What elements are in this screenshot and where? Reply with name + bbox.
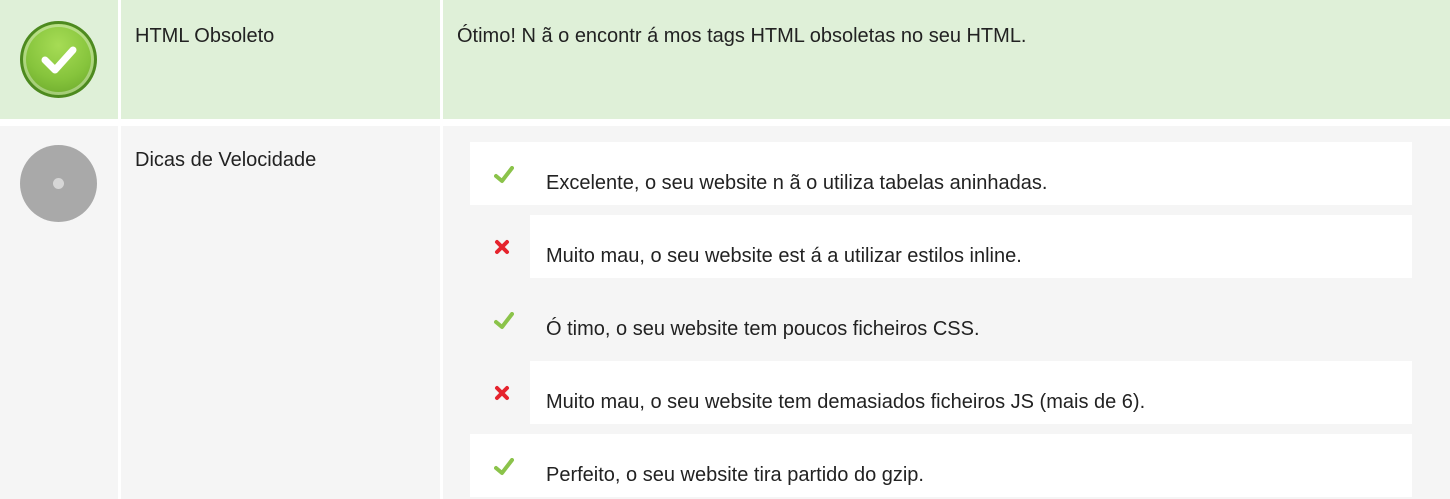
tip-text: Muito mau, o seu website est á a utiliza…	[546, 245, 1022, 267]
row-message: Ótimo! N ã o encontr á mos tags HTML obs…	[457, 25, 1027, 47]
tip-item: Muito mau, o seu website tem demasiados …	[470, 361, 1412, 424]
check-icon	[470, 434, 527, 497]
tip-text: Muito mau, o seu website tem demasiados …	[546, 391, 1146, 413]
neutral-circle-icon	[20, 145, 97, 222]
tip-item: Excelente, o seu website n ã o utiliza t…	[470, 142, 1412, 205]
tip-text: Excelente, o seu website n ã o utiliza t…	[546, 172, 1048, 194]
tip-item: Muito mau, o seu website est á a utiliza…	[470, 215, 1412, 278]
cross-icon	[470, 215, 527, 278]
row-label: Dicas de Velocidade	[135, 149, 317, 171]
check-circle-icon	[20, 21, 97, 98]
content-cell: Ótimo! N ã o encontr á mos tags HTML obs…	[443, 0, 1450, 119]
tip-item: Ó timo, o seu website tem poucos ficheir…	[470, 288, 1412, 351]
tip-text: Ó timo, o seu website tem poucos ficheir…	[546, 318, 980, 340]
cross-icon	[470, 361, 527, 424]
deprecated-html-row: HTML Obsoleto Ótimo! N ã o encontr á mos…	[0, 0, 1450, 119]
status-cell	[0, 0, 118, 119]
tip-text: Perfeito, o seu website tira partido do …	[546, 464, 924, 486]
status-cell	[0, 126, 118, 499]
check-icon	[470, 288, 527, 351]
label-cell: HTML Obsoleto	[121, 0, 440, 119]
tip-item: Perfeito, o seu website tira partido do …	[470, 434, 1412, 497]
row-label: HTML Obsoleto	[135, 25, 275, 47]
check-icon	[470, 142, 527, 205]
label-cell: Dicas de Velocidade	[121, 126, 440, 499]
